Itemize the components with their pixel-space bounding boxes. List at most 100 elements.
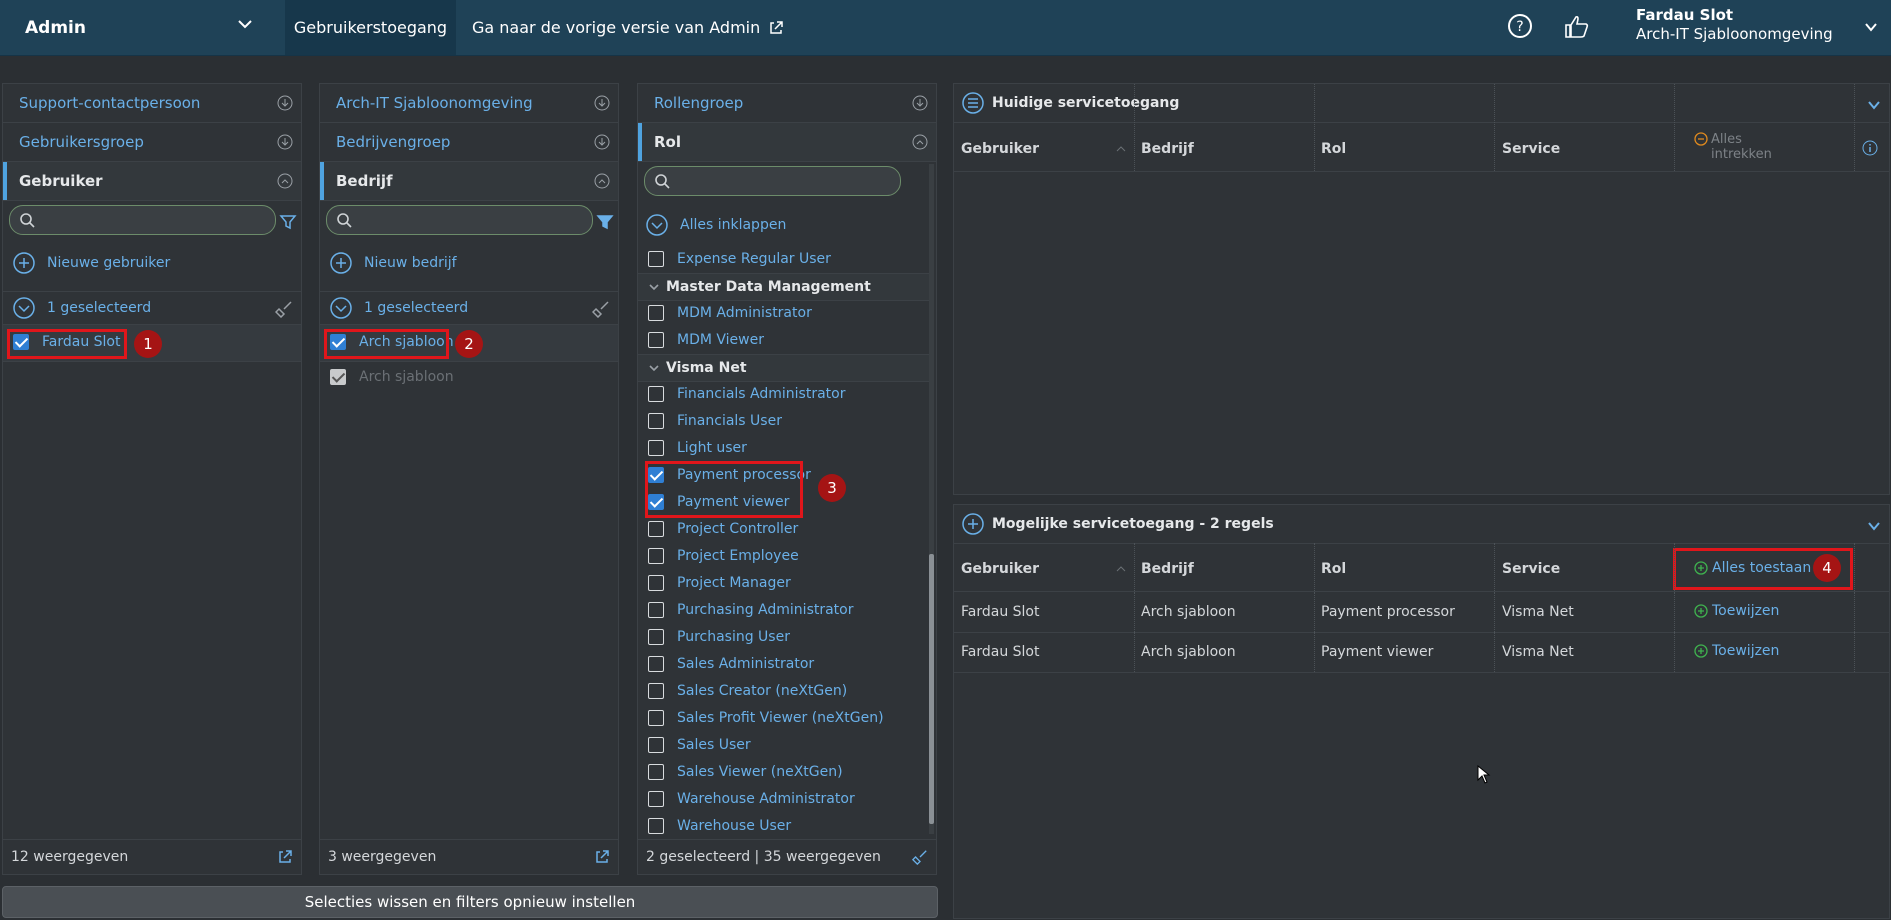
- checkbox[interactable]: [648, 386, 664, 402]
- step-badge: 3: [818, 474, 846, 502]
- checkbox[interactable]: [648, 251, 664, 267]
- selected-toggle[interactable]: 1 geselecteerd: [330, 297, 468, 319]
- user-search-input[interactable]: [9, 205, 276, 235]
- checkbox[interactable]: [648, 305, 664, 321]
- col-role[interactable]: Rol: [1321, 561, 1346, 577]
- scrollbar-track[interactable]: [929, 164, 934, 834]
- role-item[interactable]: Light user: [648, 440, 747, 456]
- checkbox[interactable]: [648, 791, 664, 807]
- role-item[interactable]: Project Manager: [648, 575, 791, 591]
- checkbox[interactable]: [648, 332, 664, 348]
- checkbox[interactable]: [648, 575, 664, 591]
- role-item[interactable]: Sales Viewer (neXtGen): [648, 764, 843, 780]
- filter-icon[interactable]: [596, 213, 614, 231]
- assign-button[interactable]: Toewijzen: [1694, 643, 1779, 659]
- feedback-thumbs-icon[interactable]: [1562, 13, 1592, 41]
- column-divider: [1314, 84, 1315, 171]
- previous-version-link[interactable]: Ga naar de vorige versie van Admin: [472, 0, 784, 55]
- role-item[interactable]: Sales Creator (neXtGen): [648, 683, 847, 699]
- role-item[interactable]: Project Employee: [648, 548, 799, 564]
- user-menu[interactable]: Fardau Slot Arch-IT Sjabloonomgeving: [1636, 6, 1833, 43]
- filter-user-group[interactable]: Gebruikersgroep: [3, 123, 301, 162]
- app-switcher[interactable]: Admin: [0, 0, 285, 55]
- role-item[interactable]: Financials User: [648, 413, 782, 429]
- user-org: Arch-IT Sjabloonomgeving: [1636, 25, 1833, 43]
- col-service[interactable]: Service: [1502, 141, 1560, 157]
- checkbox[interactable]: [648, 629, 664, 645]
- checkbox[interactable]: [648, 602, 664, 618]
- filter-role[interactable]: Rol: [638, 123, 936, 162]
- cell-user: Fardau Slot: [961, 644, 1040, 660]
- reset-selections-button[interactable]: Selecties wissen en filters opnieuw inst…: [2, 886, 938, 918]
- broom-icon[interactable]: [912, 849, 928, 865]
- checkbox[interactable]: [648, 737, 664, 753]
- filter-user[interactable]: Gebruiker: [3, 162, 301, 201]
- help-icon[interactable]: ?: [1507, 13, 1533, 39]
- expand-icon: [912, 95, 928, 111]
- role-label: Project Manager: [677, 575, 791, 591]
- role-item[interactable]: Warehouse User: [648, 818, 791, 834]
- sort-icon[interactable]: [1116, 564, 1126, 574]
- checkbox[interactable]: [648, 413, 664, 429]
- filter-company-group[interactable]: Bedrijvengroep: [320, 123, 618, 162]
- filter-icon[interactable]: [279, 213, 297, 231]
- role-group-header[interactable]: Visma Net: [638, 354, 929, 382]
- collapse-all-button[interactable]: Alles inklappen: [646, 214, 786, 236]
- chevron-down-icon[interactable]: [1867, 98, 1881, 112]
- scrollbar-thumb[interactable]: [929, 554, 934, 824]
- new-company-button[interactable]: Nieuw bedrijf: [330, 252, 457, 274]
- checkbox[interactable]: [648, 764, 664, 780]
- col-service[interactable]: Service: [1502, 561, 1560, 577]
- filter-support-contact[interactable]: Support-contactpersoon: [3, 84, 301, 123]
- revoke-all-button[interactable]: Alles intrekken: [1694, 132, 1781, 162]
- col-company[interactable]: Bedrijf: [1141, 141, 1194, 157]
- company-search-input[interactable]: [326, 205, 593, 235]
- chevron-down-icon[interactable]: [1867, 519, 1881, 533]
- sort-icon[interactable]: [1116, 144, 1126, 154]
- tab-user-access[interactable]: Gebruikerstoegang: [285, 0, 456, 55]
- broom-icon[interactable]: [592, 300, 610, 318]
- role-label: Light user: [677, 440, 747, 456]
- role-label: Expense Regular User: [677, 251, 831, 267]
- col-role[interactable]: Rol: [1321, 141, 1346, 157]
- role-group-header[interactable]: Master Data Management: [638, 273, 929, 301]
- checkbox[interactable]: [648, 710, 664, 726]
- col-company[interactable]: Bedrijf: [1141, 561, 1194, 577]
- checkbox[interactable]: [648, 521, 664, 537]
- role-item[interactable]: Purchasing Administrator: [648, 602, 854, 618]
- external-link-icon[interactable]: [594, 849, 610, 865]
- new-user-button[interactable]: Nieuwe gebruiker: [13, 252, 170, 274]
- external-link-icon[interactable]: [277, 849, 293, 865]
- broom-icon[interactable]: [275, 300, 293, 318]
- filter-environment[interactable]: Arch-IT Sjabloonomgeving: [320, 84, 618, 123]
- role-item[interactable]: Sales Administrator: [648, 656, 814, 672]
- role-item[interactable]: Purchasing User: [648, 629, 790, 645]
- search-icon: [655, 174, 670, 189]
- role-search-input[interactable]: [644, 166, 901, 196]
- role-item[interactable]: MDM Viewer: [648, 332, 764, 348]
- column-divider: [1854, 84, 1855, 171]
- column-divider: [1674, 84, 1675, 171]
- plus-circle-icon: [1694, 644, 1708, 658]
- expand-icon: [277, 95, 293, 111]
- checkbox[interactable]: [648, 818, 664, 834]
- role-item[interactable]: Expense Regular User: [648, 251, 831, 267]
- col-user[interactable]: Gebruiker: [961, 141, 1039, 157]
- role-item[interactable]: Sales User: [648, 737, 751, 753]
- checkbox[interactable]: [648, 683, 664, 699]
- assign-button[interactable]: Toewijzen: [1694, 603, 1779, 619]
- selected-toggle[interactable]: 1 geselecteerd: [13, 297, 151, 319]
- chevron-down-icon[interactable]: [1864, 20, 1878, 34]
- role-item[interactable]: Financials Administrator: [648, 386, 846, 402]
- role-item[interactable]: Sales Profit Viewer (neXtGen): [648, 710, 884, 726]
- role-item[interactable]: Warehouse Administrator: [648, 791, 855, 807]
- role-item[interactable]: MDM Administrator: [648, 305, 812, 321]
- checkbox[interactable]: [648, 548, 664, 564]
- checkbox[interactable]: [648, 440, 664, 456]
- role-item[interactable]: Project Controller: [648, 521, 798, 537]
- filter-role-group[interactable]: Rollengroep: [638, 84, 936, 123]
- col-user[interactable]: Gebruiker: [961, 561, 1039, 577]
- checkbox[interactable]: [648, 656, 664, 672]
- info-icon[interactable]: [1862, 140, 1878, 156]
- filter-company[interactable]: Bedrijf: [320, 162, 618, 201]
